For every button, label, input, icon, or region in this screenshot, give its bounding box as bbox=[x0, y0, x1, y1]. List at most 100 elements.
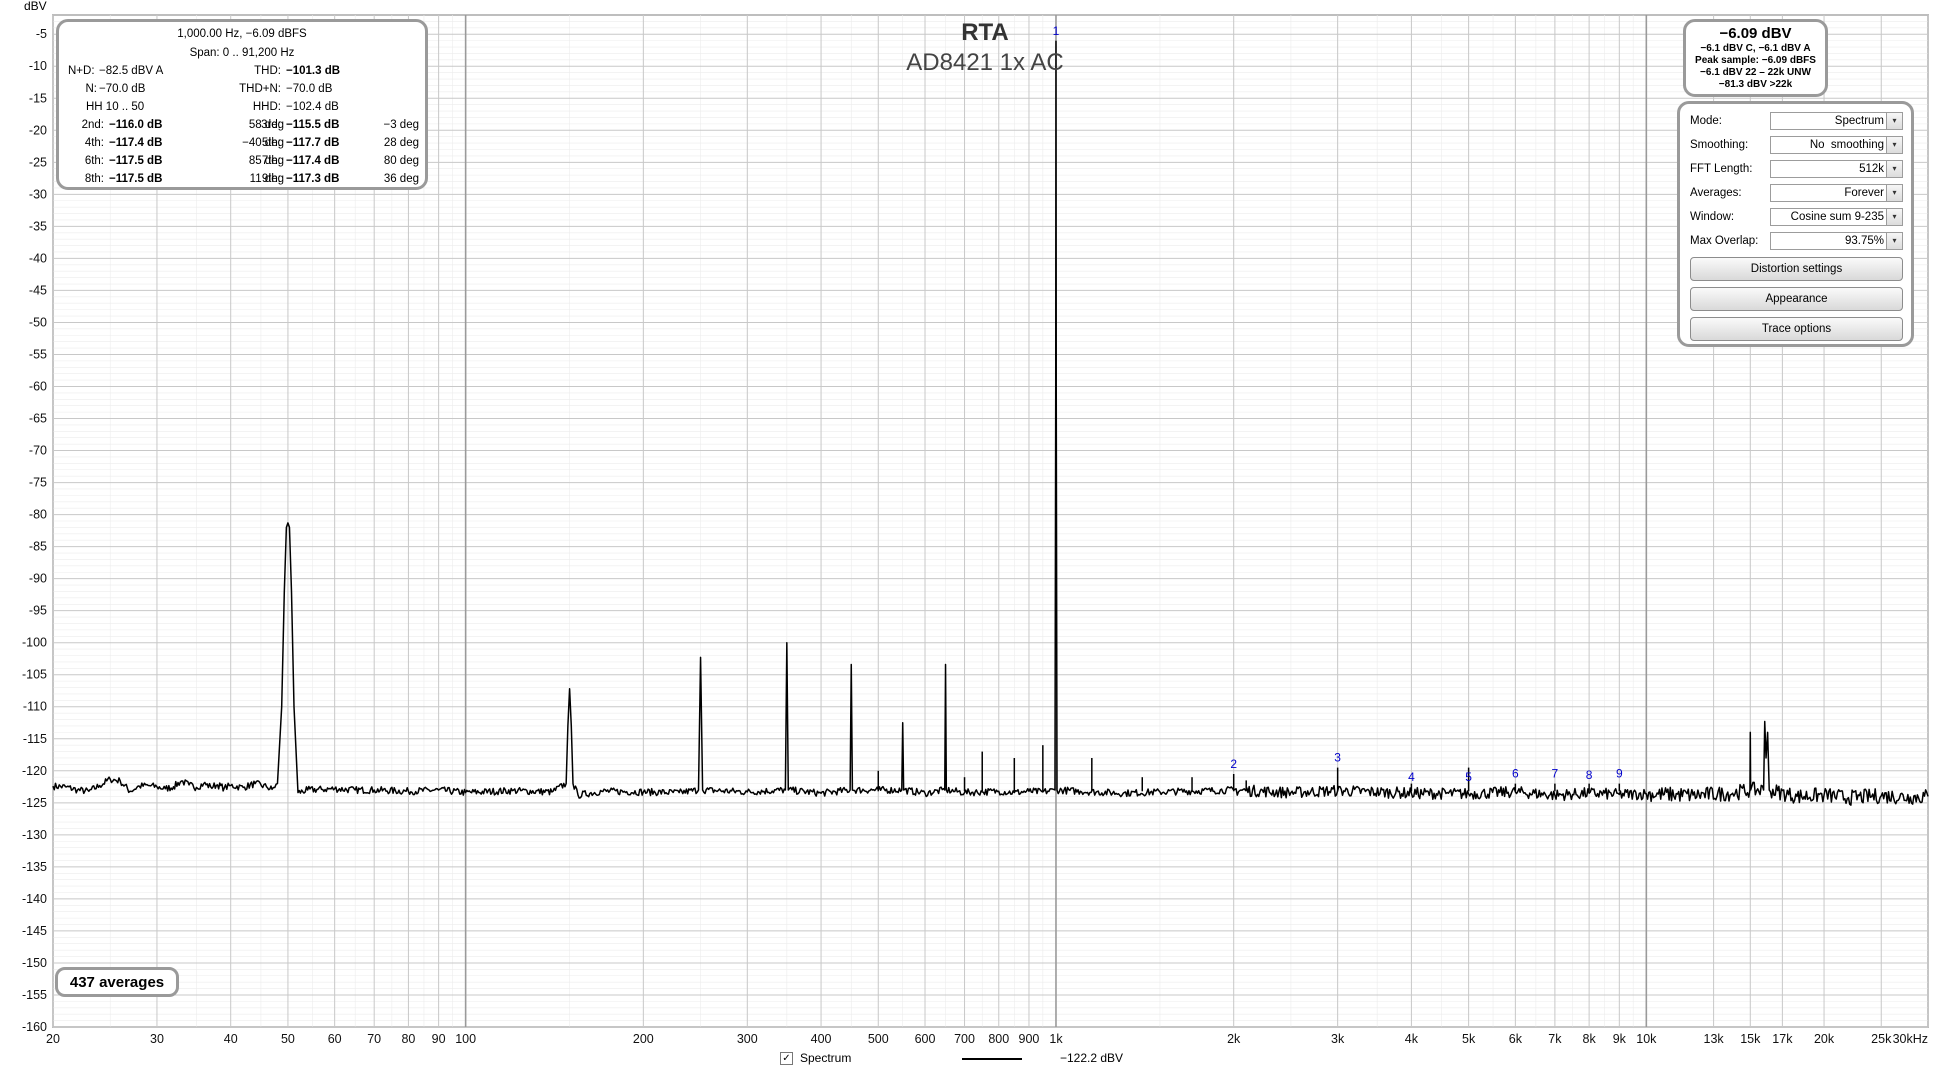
harmonic-phase: −3 deg bbox=[383, 119, 420, 131]
overlap-label: Max Overlap: bbox=[1690, 235, 1759, 247]
x-tick-label: 4k bbox=[1405, 1032, 1419, 1046]
level-peak: Peak sample: −6.09 dBFS bbox=[1695, 55, 1816, 66]
overlap-value: 93.75% bbox=[1844, 235, 1884, 247]
x-tick-label: 200 bbox=[633, 1032, 654, 1046]
y-tick-labels: -5 -10 -15 -20 -25 -30 -35 -40 -45 -50 -55 -60 -65 -7… bbox=[22, 27, 47, 1034]
level-panel: −6.09 dBV −6.1 dBV C, −6.1 dBV A Peak sa… bbox=[1683, 19, 1828, 97]
x-tick-label: 20 bbox=[46, 1032, 60, 1046]
harmonic-label: 2nd: bbox=[81, 119, 104, 131]
smoothing-label: Smoothing: bbox=[1690, 139, 1749, 151]
n-value: −70.0 dB bbox=[99, 83, 146, 95]
x-tick-label: 70 bbox=[367, 1032, 381, 1046]
y-tick-label: -150 bbox=[22, 956, 47, 970]
x-tick-label: 8k bbox=[1583, 1032, 1597, 1046]
x-tick-label: 1k bbox=[1049, 1032, 1063, 1046]
x-tick-label: 9k bbox=[1613, 1032, 1627, 1046]
chart-subtitle: AD8421 1x AC bbox=[906, 49, 1063, 76]
y-tick-label: -135 bbox=[22, 860, 47, 874]
harmonic-marker: 2 bbox=[1230, 757, 1237, 771]
y-tick-label: -125 bbox=[22, 796, 47, 810]
y-tick-label: -40 bbox=[29, 251, 47, 265]
y-tick-label: -105 bbox=[22, 668, 47, 682]
legend-line-swatch bbox=[962, 1058, 1022, 1060]
appearance-button[interactable]: Appearance bbox=[1690, 287, 1903, 311]
dist-header: 1,000.00 Hz, −6.09 dBFS bbox=[177, 28, 307, 40]
harmonic-label: 6th: bbox=[84, 155, 104, 167]
averages-select[interactable]: Forever ▾ bbox=[1770, 184, 1903, 202]
harmonic-marker: 3 bbox=[1334, 751, 1341, 765]
x-tick-label: 2k bbox=[1227, 1032, 1241, 1046]
trace-options-button[interactable]: Trace options bbox=[1690, 317, 1903, 341]
n-label: N: bbox=[85, 83, 98, 95]
x-tick-label: 400 bbox=[811, 1032, 832, 1046]
chevron-down-icon: ▾ bbox=[1886, 161, 1902, 177]
window-value: Cosine sum 9-235 bbox=[1790, 211, 1884, 223]
harmonic-label: 5th: bbox=[261, 137, 281, 149]
harmonic-marker: 9 bbox=[1616, 767, 1623, 781]
smoothing-value: No smoothing bbox=[1809, 139, 1884, 151]
y-tick-label: -140 bbox=[22, 892, 47, 906]
x-tick-label: 700 bbox=[954, 1032, 975, 1046]
x-tick-labels: 20 30 40 50 60 70 80 90 100 200 300 400 500 600 700 800… bbox=[46, 1032, 1928, 1046]
mode-label: Mode: bbox=[1690, 115, 1722, 127]
smoothing-select[interactable]: No smoothing ▾ bbox=[1770, 136, 1903, 154]
chevron-down-icon: ▾ bbox=[1886, 233, 1902, 249]
hh-range: HH 10 .. 50 bbox=[86, 101, 145, 113]
harmonic-label: 8th: bbox=[84, 173, 104, 185]
mode-value: Spectrum bbox=[1834, 115, 1884, 127]
level-above-22k: −81.3 dBV >22k bbox=[1718, 79, 1793, 90]
harmonic-marker: 1 bbox=[1053, 24, 1060, 38]
harmonic-marker: 4 bbox=[1408, 770, 1415, 784]
x-tick-label: 300 bbox=[737, 1032, 758, 1046]
harmonic-value: −117.4 dB bbox=[286, 155, 340, 167]
y-tick-label: -90 bbox=[29, 572, 47, 586]
harmonic-marker: 8 bbox=[1586, 768, 1593, 782]
rta-controls: Mode: Spectrum ▾ Smoothing: No smoothing… bbox=[1677, 101, 1914, 347]
harmonic-value: −117.7 dB bbox=[286, 137, 340, 149]
overlap-select[interactable]: 93.75% ▾ bbox=[1770, 232, 1903, 250]
x-tick-label: 60 bbox=[328, 1032, 342, 1046]
x-tick-label: 7k bbox=[1548, 1032, 1562, 1046]
averages-badge: 437 averages bbox=[55, 967, 179, 997]
y-tick-label: -115 bbox=[23, 732, 47, 746]
x-tick-label: 6k bbox=[1509, 1032, 1523, 1046]
level-weighted: −6.1 dBV C, −6.1 dBV A bbox=[1700, 43, 1811, 54]
harmonic-label: 3rd: bbox=[261, 119, 281, 131]
x-tick-label: 600 bbox=[915, 1032, 936, 1046]
chevron-down-icon: ▾ bbox=[1886, 137, 1902, 153]
y-tick-label: -160 bbox=[22, 1020, 47, 1034]
spectrum-visibility-checkbox[interactable]: ✓ bbox=[780, 1052, 793, 1065]
thdn-value: −70.0 dB bbox=[286, 83, 333, 95]
fft-length-select[interactable]: 512k ▾ bbox=[1770, 160, 1903, 178]
chevron-down-icon: ▾ bbox=[1886, 209, 1902, 225]
y-tick-label: -5 bbox=[36, 27, 47, 41]
x-tick-label: 900 bbox=[1019, 1032, 1040, 1046]
y-tick-label: -145 bbox=[22, 924, 47, 938]
thd-label-text: THD: bbox=[254, 65, 281, 77]
distortion-settings-button[interactable]: Distortion settings bbox=[1690, 257, 1903, 281]
y-axis-label: dBV bbox=[24, 0, 47, 13]
x-tick-label: 80 bbox=[401, 1032, 415, 1046]
y-tick-label: -100 bbox=[22, 636, 47, 650]
x-tick-label: 25k bbox=[1871, 1032, 1892, 1046]
y-tick-label: -30 bbox=[29, 187, 47, 201]
y-tick-label: -20 bbox=[29, 123, 47, 137]
harmonic-label: 9th: bbox=[261, 173, 281, 185]
level-unweighted: −6.1 dBV 22 – 22k UNW bbox=[1700, 67, 1811, 78]
mode-select[interactable]: Spectrum ▾ bbox=[1770, 112, 1903, 130]
x-tick-label: 10k bbox=[1636, 1032, 1657, 1046]
dist-span: Span: 0 .. 91,200 Hz bbox=[189, 47, 295, 59]
chevron-down-icon: ▾ bbox=[1886, 113, 1902, 129]
y-tick-label: -85 bbox=[29, 540, 47, 554]
harmonic-label: 7th: bbox=[261, 155, 281, 167]
x-tick-label: 5k bbox=[1462, 1032, 1476, 1046]
nd-label: N+D: bbox=[68, 65, 95, 77]
y-tick-label: -130 bbox=[22, 828, 47, 842]
window-label: Window: bbox=[1690, 211, 1735, 223]
harmonic-value: −117.5 dB bbox=[109, 155, 163, 167]
window-select[interactable]: Cosine sum 9-235 ▾ bbox=[1770, 208, 1903, 226]
fft-length-row: FFT Length: 512k ▾ bbox=[1688, 160, 1903, 180]
y-tick-label: -70 bbox=[29, 444, 47, 458]
overlap-row: Max Overlap: 93.75% ▾ bbox=[1688, 232, 1903, 252]
y-tick-label: -60 bbox=[29, 379, 47, 393]
